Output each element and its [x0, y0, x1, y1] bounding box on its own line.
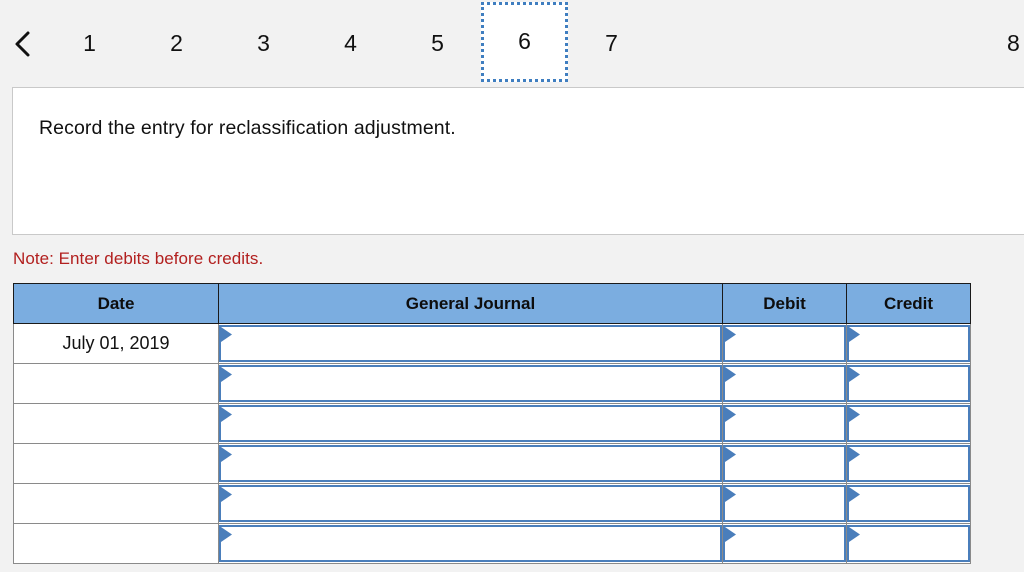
general-journal-cell: [218, 443, 723, 484]
credit-cell: [846, 323, 971, 364]
debit-cell: [722, 323, 847, 364]
tab-7[interactable]: 7: [568, 0, 655, 87]
table-row: [13, 403, 971, 444]
dropdown-marker-icon: [221, 487, 232, 502]
dropdown-marker-icon: [849, 367, 860, 382]
dropdown-marker-icon: [725, 487, 736, 502]
dropdown-marker-icon: [849, 527, 860, 542]
tab-3[interactable]: 3: [220, 0, 307, 87]
credit-input[interactable]: [847, 405, 970, 442]
tab-label: 1: [83, 30, 96, 56]
tab-bar: 1 2 3 4 5 6 7 8: [0, 0, 1024, 87]
dropdown-marker-icon: [725, 527, 736, 542]
debit-input[interactable]: [723, 525, 846, 562]
date-cell[interactable]: [13, 403, 219, 444]
general-journal-cell: [218, 403, 723, 444]
instruction-text: Record the entry for reclassification ad…: [39, 117, 456, 139]
dropdown-marker-icon: [849, 407, 860, 422]
table-row: [13, 363, 971, 404]
tab-overflow[interactable]: 8: [1007, 0, 1024, 87]
tab-label: 4: [344, 30, 357, 56]
dropdown-marker-icon: [725, 447, 736, 462]
credit-input[interactable]: [847, 485, 970, 522]
column-header-date: Date: [13, 283, 219, 324]
general-journal-input[interactable]: [219, 365, 722, 402]
tab-label: 6: [518, 28, 531, 54]
dropdown-marker-icon: [849, 447, 860, 462]
credit-cell: [846, 523, 971, 564]
dropdown-marker-icon: [221, 367, 232, 382]
journal-table-wrap: Date General Journal Debit Credit July 0…: [0, 269, 1024, 564]
debit-cell: [722, 523, 847, 564]
tab-1[interactable]: 1: [46, 0, 133, 87]
debit-cell: [722, 483, 847, 524]
dropdown-marker-icon: [221, 407, 232, 422]
journal-table-head: Date General Journal Debit Credit: [13, 283, 971, 324]
instruction-panel-wrap: Record the entry for reclassification ad…: [0, 87, 1024, 235]
tab-2[interactable]: 2: [133, 0, 220, 87]
credit-cell: [846, 483, 971, 524]
tab-overflow-label: 8: [1007, 30, 1020, 56]
journal-table-body: July 01, 2019: [13, 323, 971, 564]
table-row: July 01, 2019: [13, 323, 971, 364]
credit-cell: [846, 443, 971, 484]
debit-cell: [722, 363, 847, 404]
date-cell[interactable]: [13, 443, 219, 484]
general-journal-input[interactable]: [219, 445, 722, 482]
table-row: [13, 523, 971, 564]
dropdown-marker-icon: [221, 447, 232, 462]
chevron-left-icon: [13, 29, 33, 59]
credit-cell: [846, 403, 971, 444]
general-journal-input[interactable]: [219, 485, 722, 522]
date-cell[interactable]: July 01, 2019: [13, 323, 219, 364]
tab-label: 5: [431, 30, 444, 56]
tab-label: 7: [605, 30, 618, 56]
debit-input[interactable]: [723, 365, 846, 402]
instruction-panel: Record the entry for reclassification ad…: [12, 87, 1024, 235]
debit-cell: [722, 403, 847, 444]
tab-4[interactable]: 4: [307, 0, 394, 87]
note-text: Note: Enter debits before credits.: [13, 249, 264, 268]
table-row: [13, 483, 971, 524]
credit-input[interactable]: [847, 365, 970, 402]
dropdown-marker-icon: [725, 367, 736, 382]
general-journal-cell: [218, 483, 723, 524]
column-header-debit: Debit: [722, 283, 847, 324]
tab-list: 1 2 3 4 5 6 7 8: [46, 0, 1024, 87]
general-journal-input[interactable]: [219, 325, 722, 362]
journal-header-row: Date General Journal Debit Credit: [13, 283, 971, 324]
credit-input[interactable]: [847, 325, 970, 362]
journal-table: Date General Journal Debit Credit July 0…: [13, 283, 971, 564]
back-button[interactable]: [0, 0, 46, 87]
general-journal-cell: [218, 523, 723, 564]
debit-cell: [722, 443, 847, 484]
date-cell[interactable]: [13, 523, 219, 564]
dropdown-marker-icon: [725, 327, 736, 342]
debit-input[interactable]: [723, 325, 846, 362]
general-journal-cell: [218, 363, 723, 404]
tab-5[interactable]: 5: [394, 0, 481, 87]
credit-cell: [846, 363, 971, 404]
date-cell[interactable]: [13, 363, 219, 404]
dropdown-marker-icon: [849, 327, 860, 342]
tab-label: 2: [170, 30, 183, 56]
column-header-general-journal: General Journal: [218, 283, 723, 324]
table-row: [13, 443, 971, 484]
column-header-credit: Credit: [846, 283, 971, 324]
general-journal-input[interactable]: [219, 405, 722, 442]
dropdown-marker-icon: [221, 527, 232, 542]
credit-input[interactable]: [847, 445, 970, 482]
dropdown-marker-icon: [725, 407, 736, 422]
tab-6[interactable]: 6: [481, 1, 568, 82]
dropdown-marker-icon: [221, 327, 232, 342]
debit-input[interactable]: [723, 485, 846, 522]
dropdown-marker-icon: [849, 487, 860, 502]
credit-input[interactable]: [847, 525, 970, 562]
date-cell[interactable]: [13, 483, 219, 524]
debit-input[interactable]: [723, 445, 846, 482]
tab-label: 3: [257, 30, 270, 56]
general-journal-cell: [218, 323, 723, 364]
general-journal-input[interactable]: [219, 525, 722, 562]
debit-input[interactable]: [723, 405, 846, 442]
